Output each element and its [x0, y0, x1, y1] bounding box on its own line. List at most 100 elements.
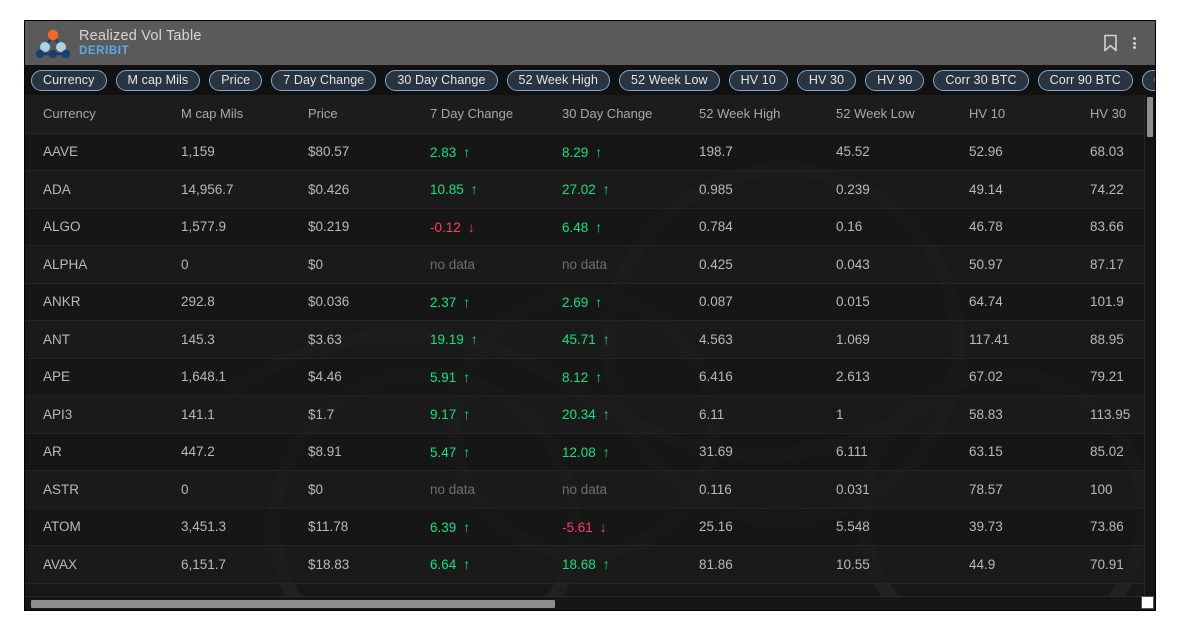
cell-currency: ADA — [25, 171, 163, 209]
table-row[interactable]: AVAX6,151.7$18.836.64↑18.68↑81.8610.5544… — [25, 546, 1144, 584]
cell-currency: API3 — [25, 396, 163, 434]
cell-price: $4.46 — [290, 358, 412, 396]
column-header[interactable]: 52 Week Low — [818, 95, 951, 133]
column-filter-chips[interactable]: Currency M cap Mils Price 7 Day Change 30 Da… — [25, 65, 1155, 95]
table-row[interactable]: APE1,648.1$4.465.91↑8.12↑6.4162.61367.02… — [25, 358, 1144, 396]
table-row[interactable]: ATOM3,451.3$11.786.39↑-5.61↓25.165.54839… — [25, 508, 1144, 546]
table-row[interactable]: ANKR292.8$0.0362.37↑2.69↑0.0870.01564.74… — [25, 283, 1144, 321]
cell-mcap: 1,159 — [163, 133, 290, 171]
cell-price: $0 — [290, 471, 412, 509]
cell-hv30: 83.66 — [1072, 208, 1144, 246]
arrow-up-icon: ↑ — [595, 219, 602, 235]
page-title: Realized Vol Table — [79, 28, 1097, 44]
column-chip[interactable]: 30 Day Change — [385, 70, 497, 91]
cell-52week-high: 25.16 — [681, 508, 818, 546]
column-chip[interactable]: 52 Week High — [507, 70, 610, 91]
cell-30day-change: 18.68↑ — [544, 546, 681, 584]
cell-hv30: 113.95 — [1072, 396, 1144, 434]
more-vertical-icon[interactable] — [1125, 30, 1143, 56]
cell-hv10: 46.78 — [951, 208, 1072, 246]
cell-52week-low: 45.52 — [818, 133, 951, 171]
table-row[interactable]: ANT145.3$3.6319.19↑45.71↑4.5631.069117.4… — [25, 321, 1144, 359]
arrow-up-icon: ↑ — [463, 369, 470, 385]
column-chip[interactable]: HV 10 — [729, 70, 788, 91]
widget-subtitle: DERIBIT — [79, 45, 1097, 58]
column-chip[interactable]: 7 Day Change — [271, 70, 376, 91]
cell-hv10: 50.97 — [951, 246, 1072, 284]
cell-7day-change: 6.39↑ — [412, 508, 544, 546]
cell-hv10: 67.02 — [951, 358, 1072, 396]
column-header[interactable]: M cap Mils — [163, 95, 290, 133]
table-row[interactable]: ASTR0$0no datano data0.1160.03178.57100 — [25, 471, 1144, 509]
table-row[interactable]: API3141.1$1.79.17↑20.34↑6.11158.83113.95 — [25, 396, 1144, 434]
arrow-up-icon: ↑ — [463, 294, 470, 310]
column-chip[interactable]: Currency — [31, 70, 107, 91]
table-row[interactable]: ALPHA0$0no datano data0.4250.04350.9787.… — [25, 246, 1144, 284]
cell-mcap: 6,151.7 — [163, 546, 290, 584]
horizontal-scrollbar[interactable] — [25, 596, 1144, 610]
cell-currency: AVAX — [25, 546, 163, 584]
cell-52week-low: 2.613 — [818, 358, 951, 396]
column-chip[interactable]: Corr 90 BTC — [1038, 70, 1133, 91]
column-header[interactable]: HV 30 — [1072, 95, 1144, 133]
cell-7day-change: 2.83↑ — [412, 133, 544, 171]
column-header[interactable]: 30 Day Change — [544, 95, 681, 133]
cell-hv10: 52.96 — [951, 133, 1072, 171]
cell-30day-change: 20.34↑ — [544, 396, 681, 434]
arrow-down-icon: ↓ — [600, 519, 607, 535]
cell-52week-high: 31.69 — [681, 433, 818, 471]
column-chip[interactable]: 52 Week Low — [619, 70, 720, 91]
column-chip[interactable]: M cap Mils — [116, 70, 201, 91]
cell-30day-change: -5.61↓ — [544, 508, 681, 546]
table-row[interactable]: AAVE1,159$80.572.83↑8.29↑198.745.5252.96… — [25, 133, 1144, 171]
cell-30day-change: 8.29↑ — [544, 133, 681, 171]
cell-hv10: 78.57 — [951, 471, 1072, 509]
arrow-up-icon: ↑ — [603, 444, 610, 460]
cell-52week-low: 0.239 — [818, 171, 951, 209]
cell-hv30: 85.02 — [1072, 433, 1144, 471]
cell-price: $0.036 — [290, 283, 412, 321]
table-row[interactable]: AR447.2$8.915.47↑12.08↑31.696.11163.1585… — [25, 433, 1144, 471]
column-header[interactable]: Currency — [25, 95, 163, 133]
column-chip[interactable]: HV 90 — [865, 70, 924, 91]
column-chip[interactable]: HV 30 — [797, 70, 856, 91]
column-header[interactable]: 7 Day Change — [412, 95, 544, 133]
vertical-scrollbar[interactable] — [1144, 95, 1155, 596]
cell-52week-high: 4.563 — [681, 321, 818, 359]
cell-price: $0.219 — [290, 208, 412, 246]
resize-handle[interactable] — [1141, 596, 1154, 609]
arrow-up-icon: ↑ — [603, 556, 610, 572]
column-chip[interactable]: Price — [209, 70, 262, 91]
cell-currency: ATOM — [25, 508, 163, 546]
cell-hv10: 49.14 — [951, 171, 1072, 209]
realized-vol-table-widget: Realized Vol Table DERIBIT CurrencyM cap… — [24, 20, 1156, 611]
cell-52week-low: 10.55 — [818, 546, 951, 584]
table-row[interactable]: ADA14,956.7$0.42610.85↑27.02↑0.9850.2394… — [25, 171, 1144, 209]
cell-hv30: 74.22 — [1072, 171, 1144, 209]
cell-30day-change: 6.48↑ — [544, 208, 681, 246]
horizontal-scrollbar-thumb[interactable] — [31, 600, 555, 608]
column-chip[interactable]: Corr 30 BTC — [933, 70, 1028, 91]
arrow-up-icon: ↑ — [595, 144, 602, 160]
cell-52week-low: 0.043 — [818, 246, 951, 284]
cell-hv30: 73.86 — [1072, 508, 1144, 546]
cell-30day-change: 27.02↑ — [544, 171, 681, 209]
arrow-up-icon: ↑ — [603, 331, 610, 347]
vertical-scrollbar-thumb[interactable] — [1147, 97, 1153, 137]
cell-30day-change: 45.71↑ — [544, 321, 681, 359]
column-header[interactable]: HV 10 — [951, 95, 1072, 133]
cell-currency: ANKR — [25, 283, 163, 321]
column-chip[interactable]: Corr 30 E — [1142, 70, 1155, 91]
cell-52week-high: 0.425 — [681, 246, 818, 284]
cell-hv30: 68.03 — [1072, 133, 1144, 171]
cell-7day-change: 10.85↑ — [412, 171, 544, 209]
cell-currency: ANT — [25, 321, 163, 359]
arrow-up-icon: ↑ — [463, 406, 470, 422]
cell-price: $18.83 — [290, 546, 412, 584]
table-row[interactable]: ALGO1,577.9$0.219-0.12↓6.48↑0.7840.1646.… — [25, 208, 1144, 246]
cell-hv30: 88.95 — [1072, 321, 1144, 359]
cell-52week-high: 0.985 — [681, 171, 818, 209]
column-header[interactable]: 52 Week High — [681, 95, 818, 133]
column-header[interactable]: Price — [290, 95, 412, 133]
bookmark-icon[interactable] — [1097, 30, 1123, 56]
